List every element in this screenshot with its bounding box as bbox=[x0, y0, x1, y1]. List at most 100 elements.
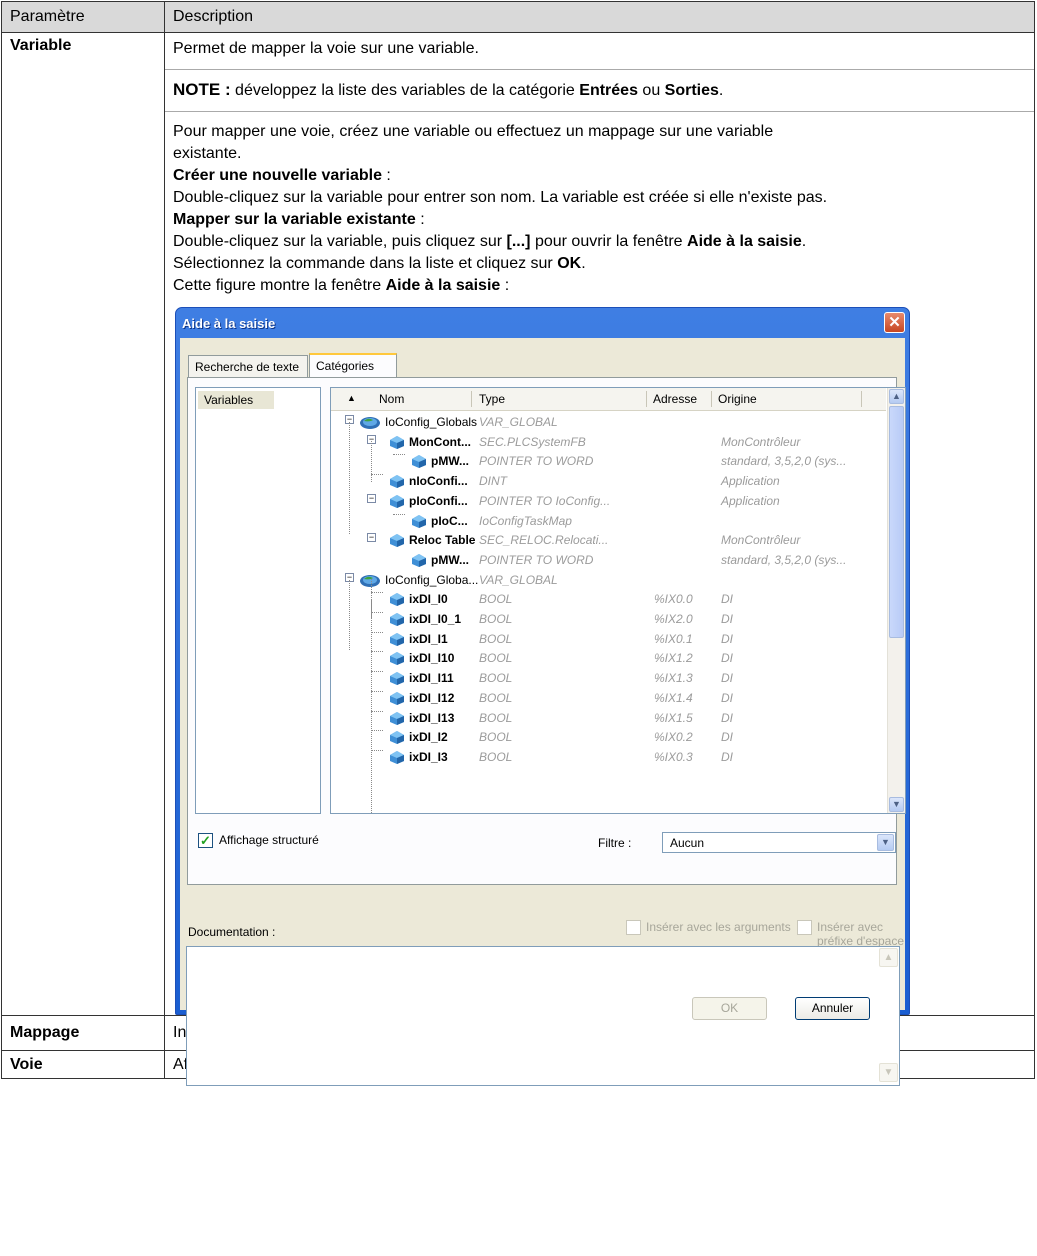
row-type: BOOL bbox=[479, 671, 513, 686]
row-name: ixDI_I10 bbox=[409, 651, 455, 666]
column-name[interactable]: Nom bbox=[379, 392, 404, 406]
collapse-icon[interactable]: − bbox=[367, 533, 376, 543]
desc-figure-caption: Cette figure montre la fenêtre Aide à la… bbox=[173, 277, 510, 294]
structured-view-checkbox[interactable]: ✓ bbox=[198, 833, 213, 848]
tree-row[interactable]: pMW... POINTER TO WORD standard, 3,5,2,0 (… bbox=[331, 550, 886, 570]
tab-categories[interactable]: Catégories bbox=[309, 353, 397, 377]
row-type: POINTER TO WORD bbox=[479, 552, 594, 567]
row-type: BOOL bbox=[479, 730, 513, 745]
structured-view-label: Affichage structuré bbox=[219, 833, 319, 847]
row-origin: standard, 3,5,2,0 (sys... bbox=[721, 552, 847, 567]
tree-row[interactable]: pMW... POINTER TO WORD standard, 3,5,2,0 (… bbox=[331, 451, 886, 471]
row-name: ixDI_I0 bbox=[409, 592, 448, 607]
variable-icon bbox=[389, 691, 405, 706]
filter-select[interactable]: Aucun ▼ bbox=[662, 832, 896, 853]
row-name: ixDI_I12 bbox=[409, 690, 455, 705]
tree-row[interactable]: pIoC... IoConfigTaskMap bbox=[331, 511, 886, 531]
row-origin: standard, 3,5,2,0 (sys... bbox=[721, 454, 847, 469]
collapse-icon[interactable]: − bbox=[367, 493, 376, 503]
insert-args-label: Insérer avec les arguments bbox=[646, 920, 791, 934]
filter-label: Filtre : bbox=[598, 836, 632, 850]
insert-namespace-checkbox[interactable] bbox=[797, 920, 812, 935]
row-address: %IX2.0 bbox=[654, 612, 693, 626]
desc-note: NOTE : développez la liste des variables… bbox=[173, 80, 724, 99]
scroll-up-icon[interactable]: ▲ bbox=[889, 389, 904, 404]
tree-row[interactable]: ixDI_I12 BOOL %IX1.4 DI bbox=[331, 688, 886, 708]
desc-map: Mapper sur la variable existante : bbox=[173, 211, 425, 228]
row-type: BOOL bbox=[479, 612, 513, 626]
row-origin: Application bbox=[721, 474, 780, 489]
row-type: SEC_RELOC.Relocati... bbox=[479, 533, 609, 548]
tree-scrollbar[interactable]: ▲ ▼ bbox=[887, 388, 905, 813]
tree-row[interactable]: ixDI_I0 BOOL %IX0.0 DI bbox=[331, 589, 886, 609]
desc-select: Sélectionnez la commande dans la liste e… bbox=[173, 255, 586, 272]
variable-icon bbox=[411, 454, 427, 469]
tree-row[interactable]: ixDI_I1 BOOL %IX0.1 DI bbox=[331, 629, 886, 649]
row-origin: Application bbox=[721, 493, 780, 508]
table-row-variable: Variable Permet de mapper la voie sur un… bbox=[1, 32, 1035, 1086]
insert-args-checkbox[interactable] bbox=[626, 920, 641, 935]
variable-icon bbox=[389, 592, 405, 607]
tree-row[interactable]: − pIoConfi... POINTER TO IoConfig... Applic… bbox=[331, 491, 886, 511]
column-address[interactable]: Adresse bbox=[653, 392, 697, 406]
row-address: %IX0.2 bbox=[654, 730, 693, 745]
tree-row[interactable]: ixDI_I2 BOOL %IX0.2 DI bbox=[331, 727, 886, 747]
variable-icon bbox=[389, 730, 405, 745]
desc-create: Créer une nouvelle variable : bbox=[173, 167, 391, 184]
desc-map-text: Double-cliquez sur la variable, puis cli… bbox=[173, 233, 807, 250]
tree-row[interactable]: ixDI_I13 BOOL %IX1.5 DI bbox=[331, 708, 886, 728]
sort-asc-icon[interactable]: ▲ bbox=[347, 393, 356, 403]
row-address: %IX1.5 bbox=[654, 710, 693, 725]
row-origin: DI bbox=[721, 730, 733, 745]
tree-row[interactable]: ixDI_I11 BOOL %IX1.3 DI bbox=[331, 668, 886, 688]
variable-tree: ▲ Nom Type Adresse Origine −IoConfig_Gl bbox=[330, 387, 906, 814]
tree-row[interactable]: ixDI_I3 BOOL %IX0.3 DI bbox=[331, 747, 886, 767]
header-parametre: Paramètre bbox=[1, 1, 165, 33]
row-type: BOOL bbox=[479, 592, 513, 607]
scroll-up-icon[interactable]: ▲ bbox=[879, 948, 898, 967]
chevron-down-icon[interactable]: ▼ bbox=[877, 834, 894, 851]
column-origin[interactable]: Origine bbox=[718, 392, 757, 406]
row-name: pMW... bbox=[431, 552, 469, 567]
tree-row[interactable]: − IoConfig_Globa... VAR_GLOBAL bbox=[331, 570, 886, 590]
row-address: %IX1.4 bbox=[654, 690, 693, 705]
close-icon[interactable]: ✕ bbox=[884, 312, 905, 333]
tree-row[interactable]: − MonCont... SEC.PLCSystemFB MonContrôleur bbox=[331, 432, 886, 452]
tree-row[interactable]: − Reloc Table SEC_RELOC.Relocati... MonCont… bbox=[331, 530, 886, 550]
documentation-scrollbar[interactable]: ▲ ▼ bbox=[879, 948, 898, 1082]
ok-button[interactable]: OK bbox=[692, 997, 767, 1020]
row-type: BOOL bbox=[479, 690, 513, 705]
table-header-row: Paramètre Description bbox=[1, 1, 1035, 33]
row-origin: MonContrôleur bbox=[721, 533, 801, 548]
param-voie: Voie bbox=[1, 1050, 165, 1079]
scroll-down-icon[interactable]: ▼ bbox=[879, 1063, 898, 1082]
row-origin: DI bbox=[721, 749, 733, 764]
row-name: ixDI_I0_1 bbox=[409, 612, 462, 626]
tree-row[interactable]: nIoConfi... DINT Application bbox=[331, 471, 886, 491]
tab-text-search[interactable]: Recherche de texte bbox=[188, 355, 308, 377]
scroll-thumb[interactable] bbox=[889, 406, 904, 638]
row-type: BOOL bbox=[479, 749, 513, 764]
desc-create-text: Double-cliquez sur la variable pour entr… bbox=[173, 189, 828, 206]
variable-icon bbox=[389, 435, 405, 450]
row-type: IoConfigTaskMap bbox=[479, 513, 572, 528]
column-type[interactable]: Type bbox=[479, 392, 505, 406]
variable-icon bbox=[389, 711, 405, 726]
tree-row[interactable]: − IoConfig_Globals VAR_GLOBAL bbox=[331, 412, 886, 432]
tree-row[interactable]: ixDI_I10 BOOL %IX1.2 DI bbox=[331, 648, 886, 668]
category-item-variables[interactable]: Variables bbox=[198, 391, 274, 409]
row-name: MonCont... bbox=[409, 434, 471, 449]
cancel-button[interactable]: Annuler bbox=[795, 997, 870, 1020]
globe-icon bbox=[359, 415, 380, 430]
tree-row[interactable]: ixDI_I0_1 BOOL %IX2.0 DI bbox=[331, 609, 886, 629]
documentation-textarea[interactable]: ▲ ▼ bbox=[186, 946, 900, 1086]
variable-icon bbox=[389, 612, 405, 627]
documentation-label: Documentation : bbox=[188, 925, 276, 939]
parameter-table: Paramètre Description Variable Permet de… bbox=[1, 1, 1035, 1086]
scroll-down-icon[interactable]: ▼ bbox=[889, 797, 904, 812]
desc-p1: Permet de mapper la voie sur une variabl… bbox=[173, 40, 479, 57]
row-address: %IX1.3 bbox=[654, 671, 693, 686]
variable-icon bbox=[389, 494, 405, 509]
tree-header: ▲ Nom Type Adresse Origine bbox=[331, 388, 886, 411]
row-type: POINTER TO IoConfig... bbox=[479, 493, 611, 508]
